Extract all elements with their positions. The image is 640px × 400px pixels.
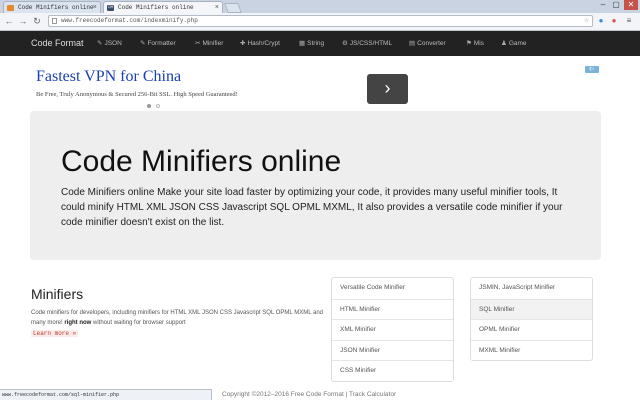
read-more-button[interactable]: Learn more » <box>31 330 79 337</box>
list-item-jsmin[interactable]: JSMIN, JavaScript Minifier <box>471 278 592 299</box>
forward-arrow-icon[interactable]: → <box>18 16 28 26</box>
scissors-icon: ✂ <box>195 40 201 47</box>
ad-carousel-dot[interactable] <box>147 104 151 108</box>
browser-tab-2[interactable]: CM Code Minifiers online × <box>103 1 223 13</box>
maximize-button[interactable]: ▢ <box>610 0 622 10</box>
nav-label: Game <box>508 40 527 47</box>
list-item-mxml-minifier[interactable]: MXML Minifier <box>471 339 592 361</box>
pawn-icon: ♟ <box>501 40 507 47</box>
flag-icon: ⚑ <box>466 40 472 47</box>
extension-icon[interactable]: ● <box>609 16 619 26</box>
new-tab-button[interactable] <box>224 3 242 13</box>
list-item-xml-minifier[interactable]: XML Minifier <box>332 319 453 340</box>
back-arrow-icon[interactable]: ← <box>4 16 14 26</box>
nav-label: Formatter <box>147 40 176 47</box>
nav-item-game[interactable]: ♟ Game <box>501 31 527 56</box>
nav-item-string[interactable]: ▦ String <box>299 31 324 56</box>
minimize-button[interactable]: – <box>597 0 609 10</box>
nav-item-js-css-html[interactable]: ⚙ JS/CSS/HTML <box>342 31 392 56</box>
gear-icon: ⚙ <box>342 40 348 47</box>
minifier-list-left: Versatile Code Minifier HTML Minifier XM… <box>331 277 454 382</box>
favicon-icon: CM <box>107 5 114 11</box>
ad-next-button[interactable]: › <box>367 74 408 104</box>
browser-toolbar: ← → ↻ www.freecodeformat.com/indexminify… <box>0 13 640 31</box>
menu-icon[interactable]: ≡ <box>624 16 634 26</box>
pencil-icon: ✎ <box>97 40 103 47</box>
status-bar-url: www.freecodeformat.com/sql-minifier.php <box>0 389 212 400</box>
section-description: Code minifiers for developers, including… <box>31 308 331 328</box>
nav-label: Hash/Crypt <box>247 40 280 47</box>
address-bar[interactable]: www.freecodeformat.com/indexminify.php ☆ <box>48 15 593 27</box>
list-item-versatile-code-minifier[interactable]: Versatile Code Minifier <box>332 278 453 299</box>
hero-description: Code Minifiers online Make your site loa… <box>61 187 563 228</box>
minifier-list-right: JSMIN, JavaScript Minifier SQL Minifier … <box>470 277 593 361</box>
nav-item-formatter[interactable]: ✎ Formatter <box>140 31 176 56</box>
brand-link[interactable]: Code Format <box>31 31 84 56</box>
list-icon: ▤ <box>409 40 416 47</box>
reload-icon[interactable]: ↻ <box>32 16 42 26</box>
bookmark-star-icon[interactable]: ☆ <box>584 16 589 26</box>
page-title: Code Minifiers online <box>61 145 342 178</box>
nav-item-hash-crypt[interactable]: ✚ Hash/Crypt <box>240 31 280 56</box>
description-text: without waiting for browser support <box>91 320 186 326</box>
nav-item-mis[interactable]: ⚑ Mis <box>466 31 484 56</box>
wrench-icon: ✎ <box>140 40 146 47</box>
grid-icon: ▦ <box>299 40 306 47</box>
description-bold: right now <box>64 320 92 326</box>
nav-label: Converter <box>417 40 446 47</box>
nav-label: JSON <box>104 40 122 47</box>
plus-icon: ✚ <box>240 40 246 47</box>
list-item-json-minifier[interactable]: JSON Minifier <box>332 339 453 361</box>
extension-icon[interactable]: ● <box>596 16 606 26</box>
nav-item-json[interactable]: ✎ JSON <box>97 31 122 56</box>
nav-label: Minifier <box>202 40 224 47</box>
list-item-opml-minifier[interactable]: OPML Minifier <box>471 319 592 340</box>
close-window-button[interactable]: ✕ <box>624 0 638 10</box>
list-item-sql-minifier[interactable]: SQL Minifier <box>471 298 592 319</box>
nav-label: String <box>307 40 325 47</box>
ad-choices-badge[interactable]: i▷ <box>585 66 599 73</box>
list-item-html-minifier[interactable]: HTML Minifier <box>332 298 453 320</box>
close-tab-icon[interactable]: × <box>93 2 97 13</box>
footer-copyright: Copyright ©2012–2016 Free Code Format | … <box>222 391 397 398</box>
close-tab-icon[interactable]: × <box>215 2 219 13</box>
section-title: Minifiers <box>31 286 84 302</box>
ad-carousel-dot[interactable] <box>156 104 160 108</box>
page-icon <box>52 18 57 24</box>
ad-subtitle: Be Free, Truly Anonymous & Secured 256-B… <box>36 91 238 98</box>
ad-title-link[interactable]: Fastest VPN for China <box>36 68 181 86</box>
nav-item-converter[interactable]: ▤ Converter <box>409 31 446 56</box>
browser-tab-1[interactable]: Code Minifiers online × <box>3 1 101 13</box>
list-item-css-minifier[interactable]: CSS Minifier <box>332 360 453 381</box>
tab-title: Code Minifiers online <box>18 4 94 11</box>
tab-title: Code Minifiers online <box>118 4 194 11</box>
browser-tab-strip: Code Minifiers online × CM Code Minifier… <box>0 0 640 13</box>
favicon-icon <box>7 5 14 11</box>
nav-label: JS/CSS/HTML <box>349 40 393 47</box>
nav-label: Mis <box>473 40 484 47</box>
nav-item-minifier[interactable]: ✂ Minifier <box>195 31 223 56</box>
url-text: www.freecodeformat.com/indexminify.php <box>61 17 198 24</box>
site-navbar: Code Format ✎ JSON ✎ Formatter ✂ Minifier ✚… <box>0 31 640 56</box>
